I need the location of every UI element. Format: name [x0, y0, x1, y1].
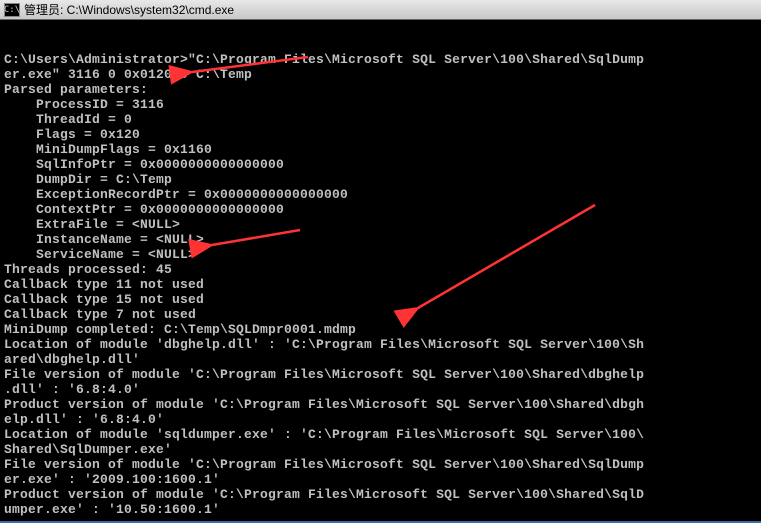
- console-line: ProcessID = 3116: [4, 97, 164, 112]
- console-line: ServiceName = <NULL>: [4, 247, 196, 262]
- console-line: File version of module 'C:\Program Files…: [4, 367, 644, 382]
- console-line: elp.dll' : '6.8:4.0': [4, 412, 164, 427]
- console-line: Callback type 15 not used: [4, 292, 204, 307]
- console-line: er.exe' : '2009.100:1600.1': [4, 472, 220, 487]
- console-line: Location of module 'sqldumper.exe' : 'C:…: [4, 427, 644, 442]
- console-line: ExtraFile = <NULL>: [4, 217, 180, 232]
- console-line: SqlInfoPtr = 0x0000000000000000: [4, 157, 284, 172]
- console-line: MiniDump completed: C:\Temp\SQLDmpr0001.…: [4, 322, 356, 337]
- console-line: Threads processed: 45: [4, 262, 172, 277]
- cmd-icon-text: C:\: [4, 5, 20, 15]
- console-line: ExceptionRecordPtr = 0x0000000000000000: [4, 187, 348, 202]
- cmd-icon: C:\: [4, 3, 20, 17]
- console-line: .dll' : '6.8:4.0': [4, 382, 140, 397]
- console-output[interactable]: C:\Users\Administrator>"C:\Program Files…: [0, 20, 761, 519]
- console-line: Product version of module 'C:\Program Fi…: [4, 397, 644, 412]
- console-line: Location of module 'dbghelp.dll' : 'C:\P…: [4, 337, 644, 352]
- console-line: er.exe" 3116 0 0x0120 0 C:\Temp: [4, 67, 252, 82]
- console-line: MiniDumpFlags = 0x1160: [4, 142, 212, 157]
- console-line: Product version of module 'C:\Program Fi…: [4, 487, 644, 502]
- console-line: Callback type 7 not used: [4, 307, 196, 322]
- console-line: Parsed parameters:: [4, 82, 148, 97]
- console-line: File version of module 'C:\Program Files…: [4, 457, 644, 472]
- console-line: umper.exe' : '10.50:1600.1': [4, 502, 220, 517]
- console-line: Shared\SqlDumper.exe': [4, 442, 172, 457]
- window-title: 管理员: C:\Windows\system32\cmd.exe: [24, 1, 234, 18]
- console-line: ContextPtr = 0x0000000000000000: [4, 202, 284, 217]
- titlebar[interactable]: C:\ 管理员: C:\Windows\system32\cmd.exe: [0, 0, 761, 20]
- console-line: InstanceName = <NULL>: [4, 232, 204, 247]
- console-line: Flags = 0x120: [4, 127, 140, 142]
- console-line: C:\Users\Administrator>"C:\Program Files…: [4, 52, 644, 67]
- console-line: ThreadId = 0: [4, 112, 132, 127]
- console-line: ared\dbghelp.dll': [4, 352, 140, 367]
- console-line: Callback type 11 not used: [4, 277, 204, 292]
- console-line: DumpDir = C:\Temp: [4, 172, 172, 187]
